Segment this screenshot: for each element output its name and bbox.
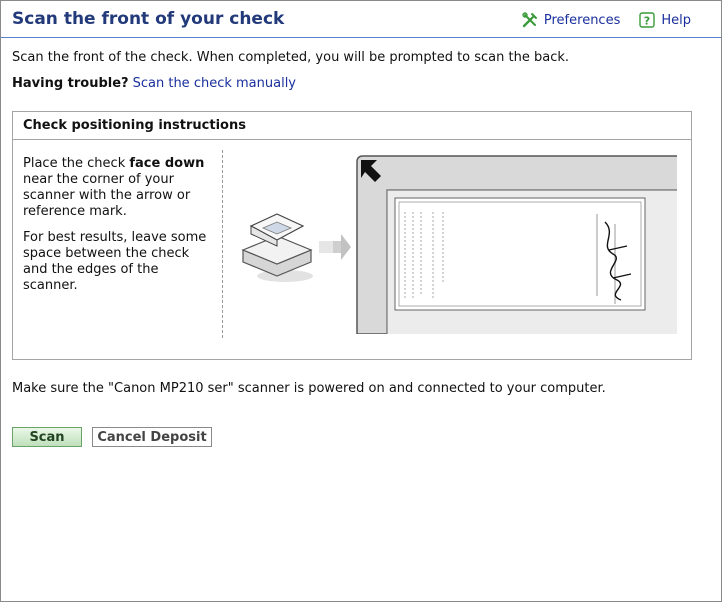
positioning-instructions: Place the check face down near the corne… — [23, 156, 217, 304]
instruction-paragraph-1: Place the check face down near the corne… — [23, 156, 205, 219]
scanner-icon — [241, 213, 313, 282]
help-label: Help — [661, 12, 691, 28]
preferences-label: Preferences — [543, 12, 621, 28]
tools-icon — [522, 12, 538, 28]
scan-button[interactable]: Scan — [12, 427, 82, 447]
positioning-panel: Check positioning instructions Place the… — [12, 111, 692, 360]
trouble-line: Having trouble? Scan the check manually — [12, 76, 296, 91]
page-title: Scan the front of your check — [12, 9, 285, 29]
scan-manually-link[interactable]: Scan the check manually — [133, 76, 296, 91]
arrow-right-icon — [319, 234, 351, 260]
header-divider — [1, 37, 721, 38]
panel-divider — [222, 150, 223, 338]
trouble-label: Having trouble? — [12, 76, 129, 91]
scanner-illustration — [237, 154, 686, 338]
svg-text:?: ? — [644, 15, 650, 28]
intro-instructions: Scan the front of the check. When comple… — [12, 50, 570, 65]
instruction-paragraph-2: For best results, leave some space betwe… — [23, 230, 207, 293]
preferences-link[interactable]: Preferences — [522, 12, 620, 28]
top-links: Preferences ? Help — [522, 12, 691, 28]
help-icon: ? — [639, 12, 656, 28]
panel-heading: Check positioning instructions — [13, 112, 691, 140]
help-link[interactable]: ? Help — [639, 12, 691, 28]
scanner-status-message: Make sure the "Canon MP210 ser" scanner … — [12, 381, 606, 396]
cancel-deposit-button[interactable]: Cancel Deposit — [92, 427, 212, 447]
scan-dialog: Scan the front of your check Preferences… — [0, 0, 722, 602]
